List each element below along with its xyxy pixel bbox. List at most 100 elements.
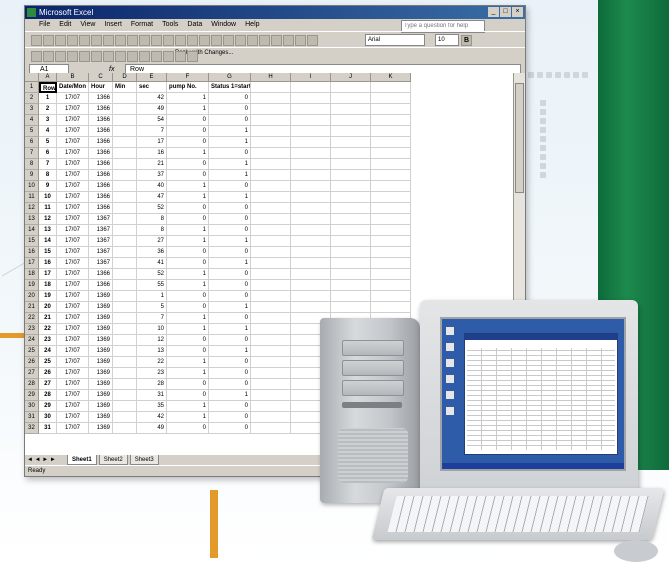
sheet-tab-sheet3[interactable]: Sheet3 bbox=[129, 455, 159, 465]
table-cell[interactable]: 42 bbox=[137, 93, 167, 104]
table-cell[interactable]: 1 bbox=[167, 148, 209, 159]
table-cell[interactable]: 0 bbox=[167, 346, 209, 357]
table-cell[interactable] bbox=[251, 390, 291, 401]
table-cell[interactable]: 1366 bbox=[89, 280, 113, 291]
table-cell[interactable]: 1 bbox=[167, 236, 209, 247]
table-cell[interactable] bbox=[113, 203, 137, 214]
toolbar-button-icon[interactable] bbox=[139, 51, 150, 62]
scroll-thumb[interactable] bbox=[515, 83, 524, 193]
table-cell[interactable]: 23 bbox=[39, 335, 57, 346]
table-cell[interactable] bbox=[113, 159, 137, 170]
table-cell[interactable] bbox=[113, 302, 137, 313]
table-cell[interactable]: 0 bbox=[209, 104, 251, 115]
font-size-select[interactable]: 10 bbox=[435, 34, 459, 46]
toolbar-button-icon[interactable] bbox=[247, 35, 258, 46]
row-header[interactable]: 6 bbox=[25, 137, 39, 148]
header-cell[interactable]: Date/Mon bbox=[57, 82, 89, 93]
table-cell[interactable]: 0 bbox=[209, 280, 251, 291]
table-cell[interactable]: 1367 bbox=[89, 214, 113, 225]
table-cell[interactable]: 17/07 bbox=[57, 148, 89, 159]
table-cell[interactable] bbox=[251, 104, 291, 115]
table-cell[interactable]: 17/07 bbox=[57, 357, 89, 368]
table-cell[interactable]: 1 bbox=[39, 93, 57, 104]
toolbar-button-icon[interactable] bbox=[259, 35, 270, 46]
table-cell[interactable]: 1 bbox=[167, 104, 209, 115]
row-header[interactable]: 30 bbox=[25, 401, 39, 412]
table-cell[interactable] bbox=[251, 324, 291, 335]
table-cell[interactable]: 23 bbox=[137, 368, 167, 379]
table-cell[interactable]: 37 bbox=[137, 170, 167, 181]
font-name-select[interactable]: Arial bbox=[365, 34, 425, 46]
table-cell[interactable]: 21 bbox=[39, 313, 57, 324]
table-cell[interactable] bbox=[113, 247, 137, 258]
table-cell[interactable]: 1369 bbox=[89, 357, 113, 368]
table-cell[interactable] bbox=[251, 313, 291, 324]
table-cell[interactable]: 1 bbox=[167, 93, 209, 104]
header-cell[interactable] bbox=[371, 82, 411, 93]
table-cell[interactable]: 29 bbox=[39, 401, 57, 412]
table-cell[interactable] bbox=[251, 291, 291, 302]
table-cell[interactable]: 0 bbox=[209, 357, 251, 368]
table-cell[interactable] bbox=[331, 291, 371, 302]
table-cell[interactable] bbox=[371, 269, 411, 280]
table-cell[interactable]: 54 bbox=[137, 115, 167, 126]
row-header[interactable]: 5 bbox=[25, 126, 39, 137]
row-header[interactable]: 3 bbox=[25, 104, 39, 115]
table-cell[interactable]: 0 bbox=[167, 137, 209, 148]
column-header[interactable]: G bbox=[209, 73, 251, 82]
table-cell[interactable]: 21 bbox=[137, 159, 167, 170]
table-cell[interactable]: 7 bbox=[137, 313, 167, 324]
table-cell[interactable]: 28 bbox=[39, 390, 57, 401]
table-cell[interactable] bbox=[331, 181, 371, 192]
toolbar-button-icon[interactable] bbox=[67, 51, 78, 62]
row-header[interactable]: 27 bbox=[25, 368, 39, 379]
toolbar-button-icon[interactable] bbox=[91, 51, 102, 62]
header-cell[interactable]: sec bbox=[137, 82, 167, 93]
table-cell[interactable] bbox=[331, 148, 371, 159]
toolbar-button-icon[interactable] bbox=[163, 51, 174, 62]
column-header[interactable]: B bbox=[57, 73, 89, 82]
table-cell[interactable]: 0 bbox=[209, 412, 251, 423]
table-cell[interactable]: 1 bbox=[167, 280, 209, 291]
toolbar-button-icon[interactable] bbox=[151, 35, 162, 46]
row-header[interactable]: 26 bbox=[25, 357, 39, 368]
table-cell[interactable] bbox=[251, 225, 291, 236]
table-cell[interactable] bbox=[113, 379, 137, 390]
table-cell[interactable]: 1366 bbox=[89, 115, 113, 126]
toolbar-button-icon[interactable] bbox=[163, 35, 174, 46]
table-cell[interactable] bbox=[331, 236, 371, 247]
table-cell[interactable]: 1369 bbox=[89, 291, 113, 302]
toolbar-button-icon[interactable] bbox=[295, 35, 306, 46]
table-cell[interactable]: 1366 bbox=[89, 137, 113, 148]
table-cell[interactable] bbox=[113, 115, 137, 126]
table-cell[interactable] bbox=[291, 192, 331, 203]
toolbar-button-icon[interactable] bbox=[103, 51, 114, 62]
table-cell[interactable] bbox=[251, 181, 291, 192]
table-cell[interactable] bbox=[291, 104, 331, 115]
table-cell[interactable]: 52 bbox=[137, 269, 167, 280]
table-cell[interactable]: 1 bbox=[167, 412, 209, 423]
table-cell[interactable]: 1 bbox=[167, 368, 209, 379]
table-cell[interactable] bbox=[291, 236, 331, 247]
row-header[interactable]: 4 bbox=[25, 115, 39, 126]
table-cell[interactable] bbox=[113, 357, 137, 368]
table-cell[interactable] bbox=[331, 269, 371, 280]
toolbar-button-icon[interactable] bbox=[67, 35, 78, 46]
table-cell[interactable]: 8 bbox=[137, 225, 167, 236]
table-cell[interactable]: 1366 bbox=[89, 181, 113, 192]
toolbar-button-icon[interactable] bbox=[43, 51, 54, 62]
table-cell[interactable] bbox=[371, 93, 411, 104]
table-cell[interactable]: 7 bbox=[39, 159, 57, 170]
table-cell[interactable]: 24 bbox=[39, 346, 57, 357]
table-cell[interactable] bbox=[291, 137, 331, 148]
table-cell[interactable] bbox=[113, 170, 137, 181]
table-cell[interactable]: 11 bbox=[39, 203, 57, 214]
row-header[interactable]: 8 bbox=[25, 159, 39, 170]
column-header[interactable]: D bbox=[113, 73, 137, 82]
table-cell[interactable]: 31 bbox=[137, 390, 167, 401]
toolbar-button-icon[interactable] bbox=[31, 51, 42, 62]
table-cell[interactable] bbox=[291, 93, 331, 104]
table-cell[interactable]: 1367 bbox=[89, 236, 113, 247]
table-cell[interactable] bbox=[371, 236, 411, 247]
sheet-tab-sheet1[interactable]: Sheet1 bbox=[67, 455, 97, 465]
